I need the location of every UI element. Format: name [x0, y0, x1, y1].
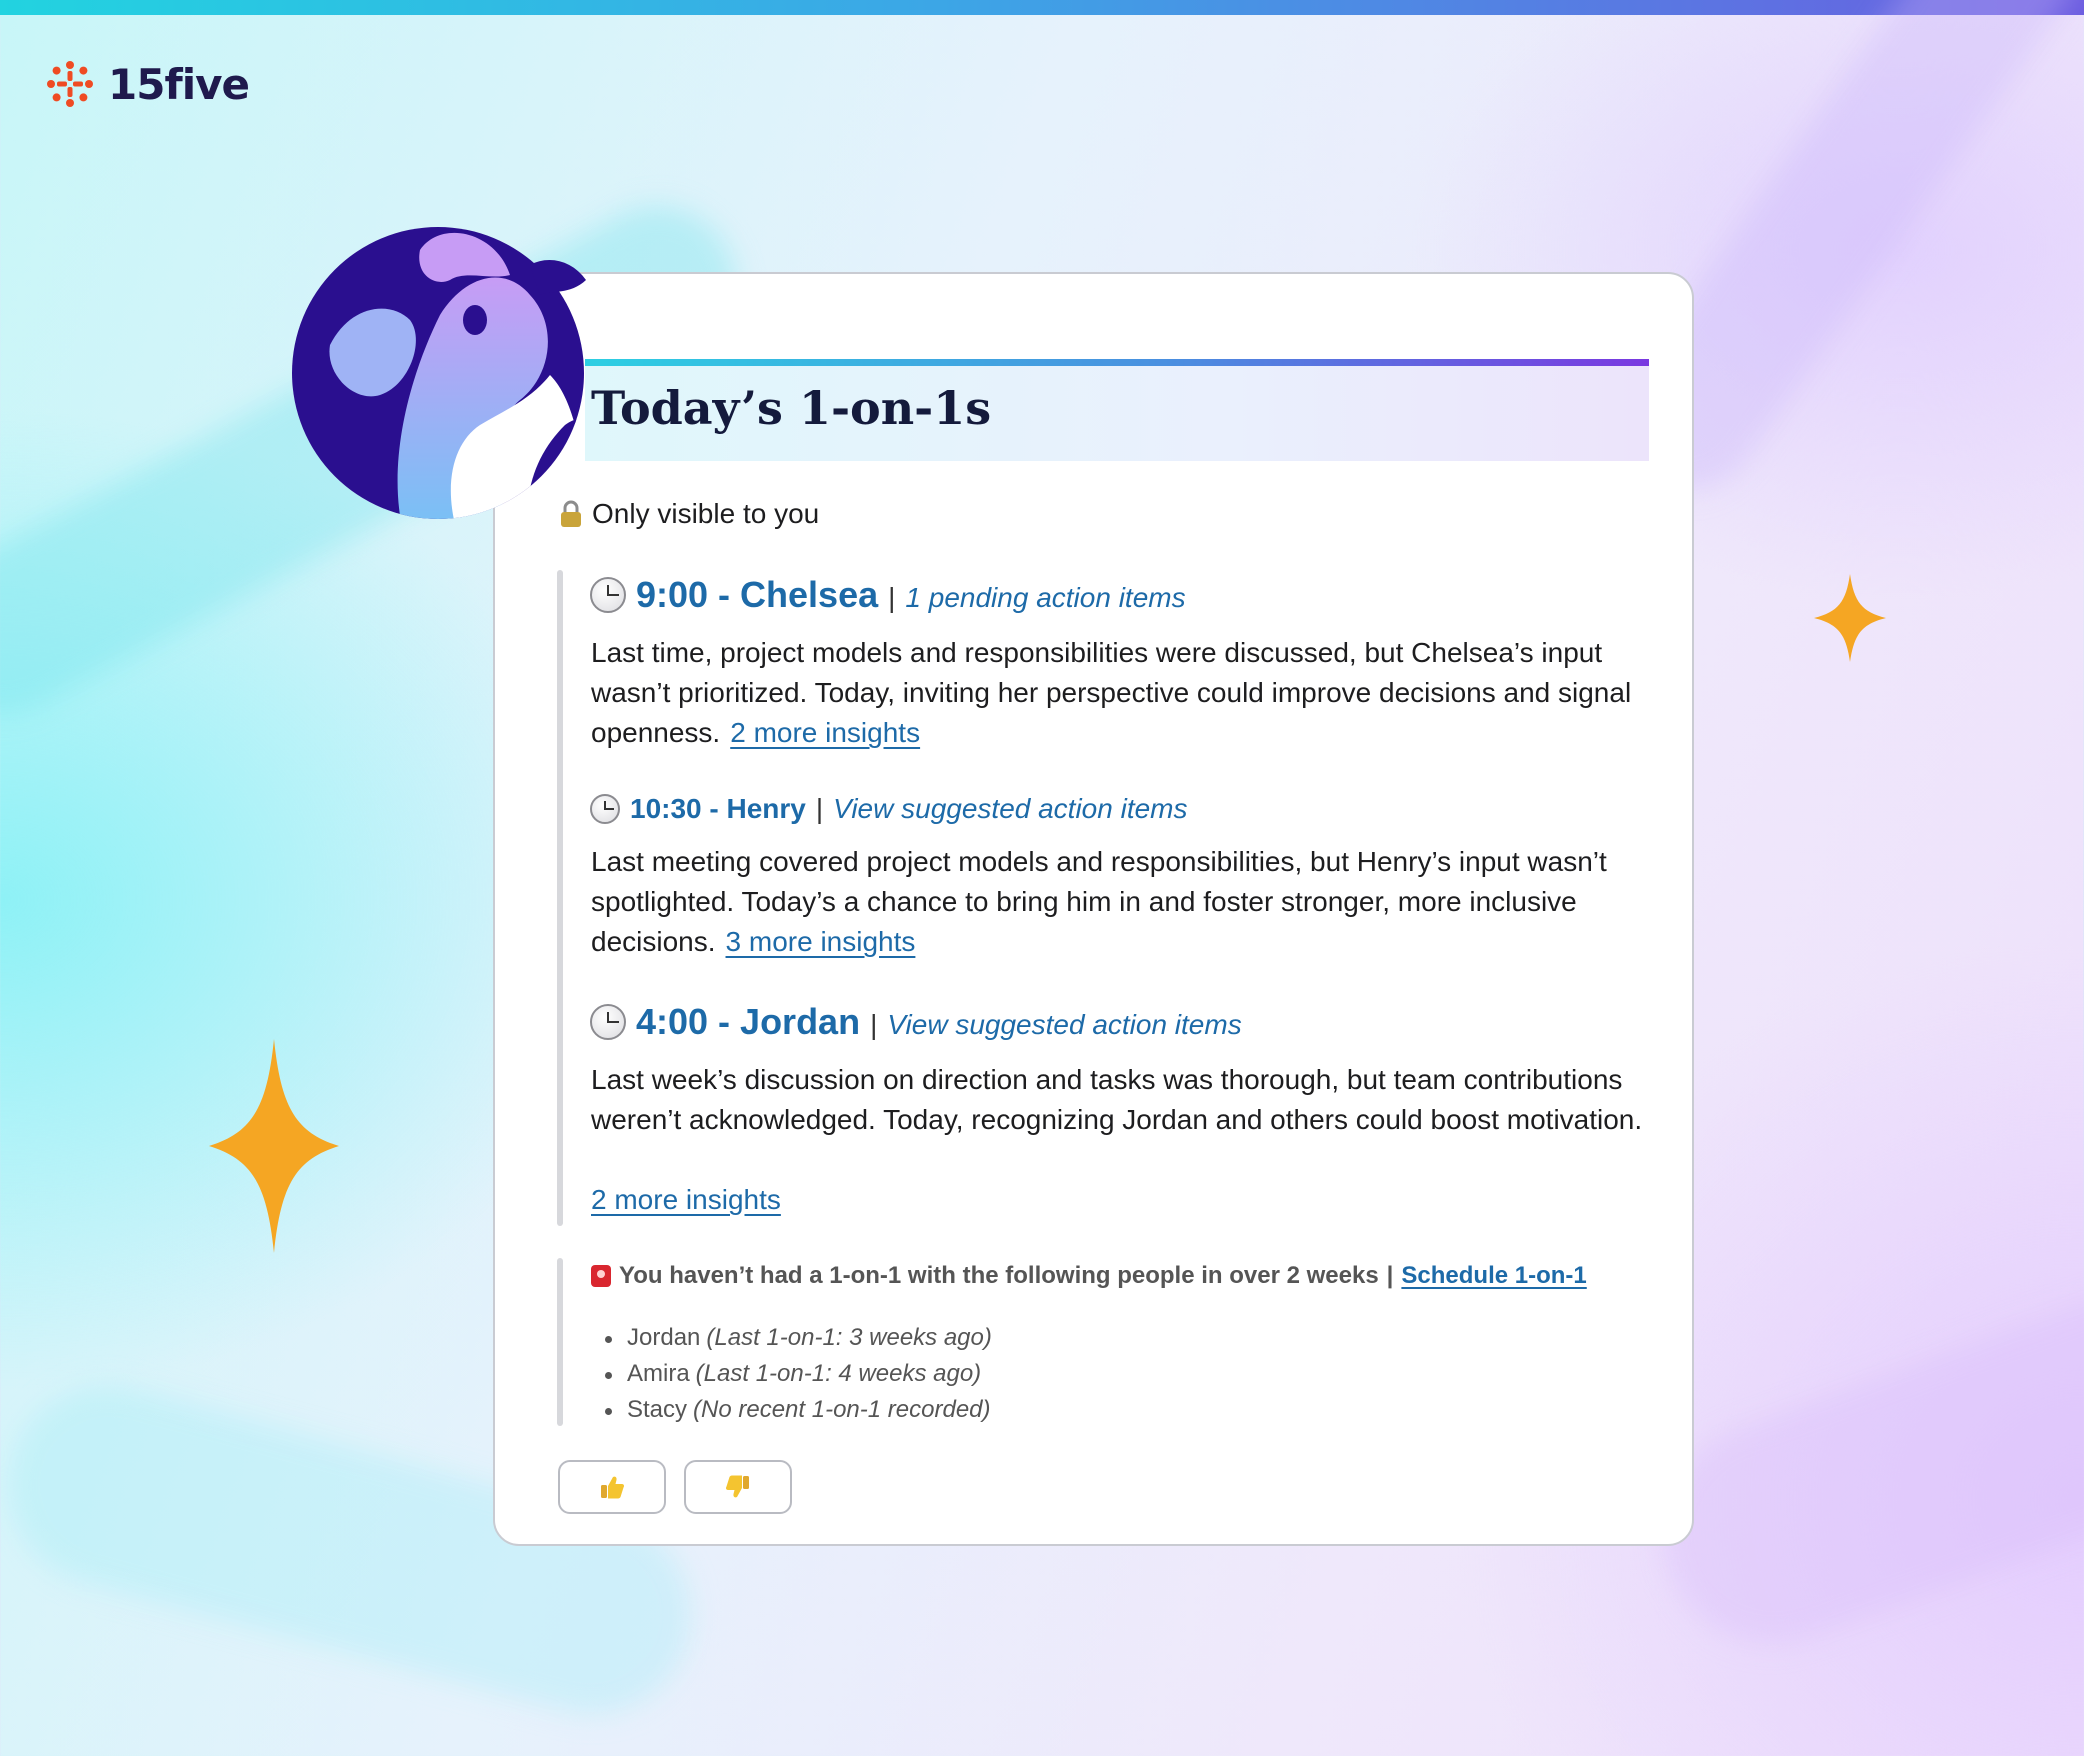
person-name: Stacy — [627, 1396, 688, 1423]
person-note: (Last 1-on-1: 4 weeks ago) — [695, 1360, 982, 1387]
top-gradient-bar — [0, 0, 2084, 15]
list-item: Jordan (Last 1-on-1: 3 weeks ago) — [605, 1320, 992, 1356]
thumbs-down-icon — [726, 1475, 749, 1498]
meeting-header-jordan: 4:00 - Jordan | View suggested action it… — [590, 1001, 1242, 1043]
dog-avatar — [292, 227, 586, 519]
person-name: Jordan — [627, 1324, 701, 1351]
separator: | — [1386, 1262, 1394, 1289]
thumbs-down-button[interactable] — [684, 1460, 792, 1514]
meeting-header-chelsea: 9:00 - Chelsea | 1 pending action items — [590, 574, 1186, 616]
overdue-message: You haven’t had a 1-on-1 with the follow… — [619, 1262, 1379, 1289]
schedule-link[interactable]: Schedule 1-on-1 — [1401, 1262, 1586, 1290]
brand-burst-icon — [47, 61, 93, 107]
separator: | — [815, 793, 824, 824]
siren-icon — [591, 1265, 611, 1287]
clock-icon — [590, 1004, 626, 1040]
separator: | — [870, 1009, 878, 1040]
title-band: Today’s 1-on-1s — [585, 359, 1649, 461]
meeting-summary: Last meeting covered project models and … — [591, 842, 1655, 962]
meeting-summary: Last week’s discussion on direction and … — [591, 1060, 1655, 1140]
action-items-link[interactable]: View suggested action items — [887, 1009, 1241, 1041]
summary-text: Last week’s discussion on direction and … — [591, 1064, 1643, 1135]
meeting-title[interactable]: 10:30 - Henry — [630, 793, 806, 825]
meeting-header-henry: 10:30 - Henry | View suggested action it… — [590, 793, 1188, 825]
person-name: Amira — [627, 1360, 690, 1387]
thumbs-up-button[interactable] — [558, 1460, 666, 1514]
lock-icon — [561, 500, 581, 527]
separator: | — [888, 582, 896, 613]
meetings-divider-bar — [557, 570, 563, 1226]
overdue-divider-bar — [557, 1258, 563, 1426]
list-item: Stacy (No recent 1-on-1 recorded) — [605, 1392, 992, 1428]
card-title: Today’s 1-on-1s — [591, 381, 992, 435]
clock-icon — [590, 577, 626, 613]
thumbs-up-icon — [601, 1476, 624, 1499]
overdue-warning: You haven’t had a 1-on-1 with the follow… — [591, 1262, 1587, 1290]
meeting-title[interactable]: 9:00 - Chelsea — [636, 574, 878, 616]
meeting-summary: Last time, project models and responsibi… — [591, 633, 1655, 753]
action-items-link[interactable]: View suggested action items — [833, 793, 1187, 825]
more-insights-link[interactable]: 2 more insights — [591, 1184, 781, 1216]
meeting-title[interactable]: 4:00 - Jordan — [636, 1001, 860, 1043]
sparkle-icon — [1814, 574, 1886, 662]
more-insights-link[interactable]: 3 more insights — [726, 926, 916, 957]
brand-logo[interactable]: 15five — [42, 56, 250, 112]
more-insights-link[interactable]: 2 more insights — [730, 717, 920, 748]
person-note: (Last 1-on-1: 3 weeks ago) — [706, 1324, 992, 1351]
background-brush — [1631, 1245, 2084, 1675]
visibility-note: Only visible to you — [560, 498, 819, 530]
clock-icon — [590, 794, 620, 824]
title-accent-line — [585, 359, 1649, 366]
brand-wordmark: 15five — [108, 59, 250, 109]
overdue-people-list: Jordan (Last 1-on-1: 3 weeks ago) Amira (L… — [605, 1320, 992, 1428]
action-items-link[interactable]: 1 pending action items — [905, 582, 1185, 614]
sparkle-icon — [209, 1039, 339, 1253]
visibility-text: Only visible to you — [592, 498, 820, 529]
list-item: Amira (Last 1-on-1: 4 weeks ago) — [605, 1356, 992, 1392]
person-note: (No recent 1-on-1 recorded) — [693, 1396, 991, 1423]
